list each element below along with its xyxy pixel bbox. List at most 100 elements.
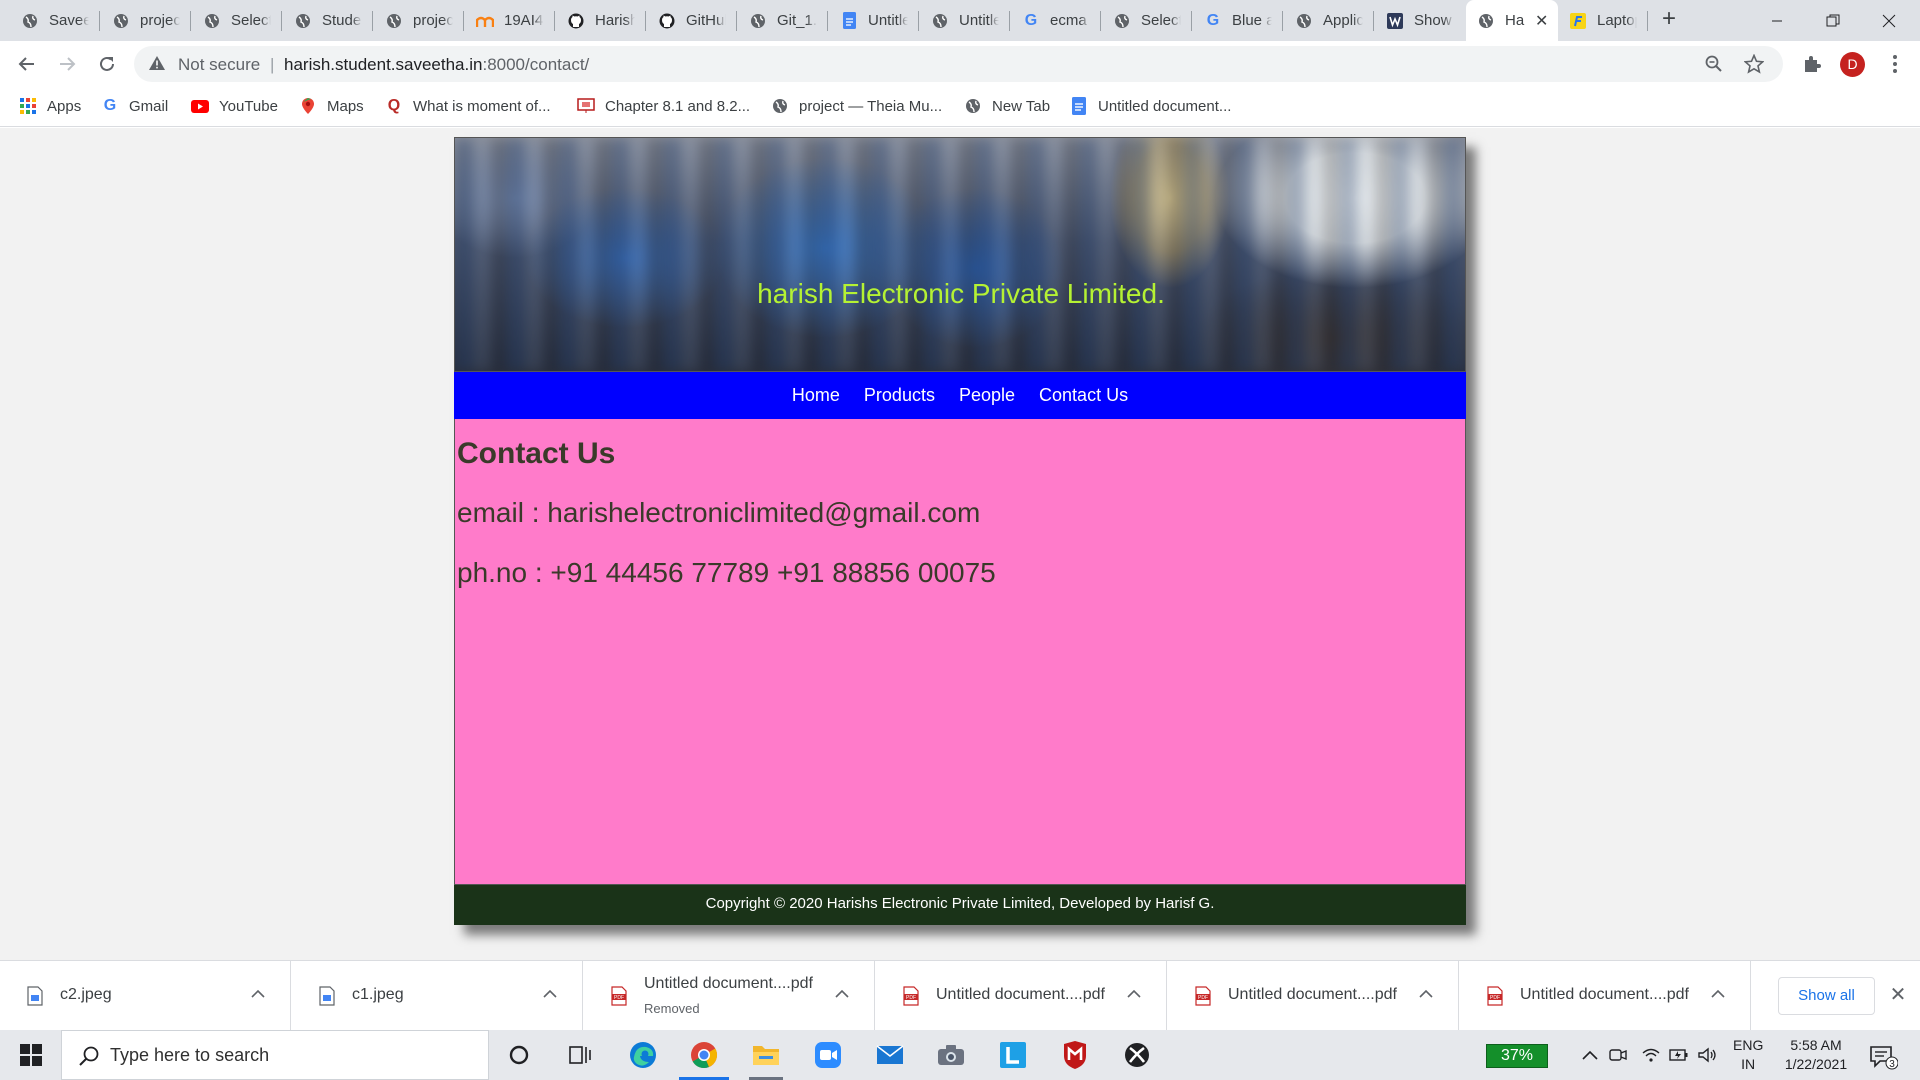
browser-tab[interactable]: Untitled — [920, 0, 1011, 41]
chevron-up-icon[interactable] — [248, 983, 268, 1003]
chevron-up-icon[interactable] — [832, 983, 852, 1003]
wifi-icon[interactable] — [1641, 1045, 1661, 1065]
download-item[interactable]: c1.jpeg — [292, 961, 583, 1031]
volume-icon[interactable] — [1698, 1045, 1718, 1065]
forward-button[interactable] — [51, 48, 83, 80]
tab-title: ecma — [1050, 12, 1087, 29]
chevron-up-icon[interactable] — [1124, 983, 1144, 1003]
chevron-up-icon[interactable] — [1416, 983, 1436, 1003]
camera-icon[interactable] — [922, 1030, 980, 1080]
browser-tab[interactable]: Select — [192, 0, 283, 41]
browser-tab[interactable]: Student — [283, 0, 374, 41]
browser-tab[interactable]: project — [101, 0, 192, 41]
nav-home-link[interactable]: Home — [780, 385, 852, 406]
language-indicator[interactable]: ENG IN — [1733, 1036, 1763, 1074]
browser-tab[interactable]: GitHub — [647, 0, 738, 41]
clock-time: 5:58 AM — [1790, 1037, 1842, 1053]
browser-tab[interactable]: project — [374, 0, 465, 41]
extensions-button[interactable] — [1796, 48, 1828, 80]
pdf-file-icon: PDF — [903, 986, 919, 1006]
battery-charging-icon[interactable] — [1669, 1045, 1689, 1065]
download-status: Removed — [644, 1001, 700, 1016]
chevron-up-icon[interactable] — [1708, 983, 1728, 1003]
browser-tab[interactable]: Laptop — [1558, 0, 1649, 41]
google-icon: G — [1206, 11, 1220, 29]
download-item[interactable]: PDF Untitled document....pdf Removed — [584, 961, 875, 1031]
browser-tab[interactable]: 19AI4 — [465, 0, 556, 41]
chevron-up-icon[interactable] — [1580, 1045, 1600, 1065]
download-filename: c1.jpeg — [352, 986, 404, 1003]
bookmark-quora[interactable]: Q What is moment of... — [385, 94, 551, 118]
edge-icon[interactable] — [614, 1030, 672, 1080]
nav-people-link[interactable]: People — [947, 385, 1027, 406]
download-item[interactable]: PDF Untitled document....pdf — [876, 961, 1167, 1031]
image-file-icon — [319, 986, 335, 1006]
browser-tab[interactable]: Git_1. — [738, 0, 829, 41]
globe-icon — [749, 12, 767, 30]
back-button[interactable] — [11, 48, 43, 80]
profile-avatar[interactable]: D — [1840, 52, 1865, 77]
bookmark-star-icon[interactable] — [1744, 54, 1764, 74]
not-secure-label[interactable]: Not secure — [178, 55, 260, 75]
start-button[interactable] — [10, 1040, 52, 1070]
new-tab-button[interactable]: + — [1655, 6, 1683, 34]
address-bar[interactable]: Not secure | harish.student.saveetha.in:… — [134, 46, 1783, 82]
close-window-button[interactable] — [1866, 0, 1912, 41]
bookmark-maps[interactable]: Maps — [299, 94, 364, 118]
bookmark-theia[interactable]: project — Theia Mu... — [771, 94, 942, 118]
file-explorer-icon[interactable] — [737, 1030, 795, 1080]
moodle-icon — [476, 12, 494, 30]
bookmark-youtube[interactable]: YouTube — [191, 94, 278, 118]
notification-center-icon[interactable]: 3 — [1868, 1041, 1899, 1071]
meet-now-icon[interactable] — [1608, 1045, 1628, 1065]
close-downloads-icon[interactable]: ✕ — [1886, 983, 1910, 1007]
browser-tab[interactable]: Gecma — [1011, 0, 1102, 41]
zoom-icon[interactable] — [799, 1030, 857, 1080]
nav-products-link[interactable]: Products — [852, 385, 947, 406]
more-menu-icon[interactable] — [1885, 50, 1905, 78]
bookmark-new-tab[interactable]: New Tab — [964, 94, 1050, 118]
google-icon: G — [103, 97, 117, 114]
close-tab-icon[interactable]: ✕ — [1535, 11, 1548, 31]
browser-tab[interactable]: Untitled — [829, 0, 920, 41]
bookmark-gmail[interactable]: G Gmail — [101, 94, 168, 118]
browser-tab[interactable]: Saveetha — [10, 0, 101, 41]
download-item[interactable]: PDF Untitled document....pdf — [1460, 961, 1751, 1031]
minimize-button[interactable] — [1754, 0, 1800, 41]
system-clock[interactable]: 5:58 AM 1/22/2021 — [1776, 1036, 1856, 1074]
url-text[interactable]: harish.student.saveetha.in:8000/contact/ — [284, 55, 589, 75]
chrome-icon[interactable] — [675, 1030, 733, 1080]
cortana-icon[interactable] — [490, 1030, 548, 1080]
globe-icon — [1113, 12, 1131, 30]
svg-text:PDF: PDF — [1490, 995, 1500, 1001]
task-view-icon[interactable] — [551, 1030, 609, 1080]
xbox-icon[interactable] — [1108, 1030, 1166, 1080]
mcafee-icon[interactable] — [1046, 1030, 1104, 1080]
browser-tab[interactable]: Harish — [556, 0, 647, 41]
battery-indicator[interactable]: 37% — [1486, 1044, 1548, 1068]
browser-tab[interactable]: Select — [1102, 0, 1193, 41]
bookmark-untitled-doc[interactable]: Untitled document... — [1070, 94, 1231, 118]
browser-tab[interactable]: Applic — [1284, 0, 1375, 41]
browser-tab[interactable]: G Blue a — [1193, 0, 1284, 41]
globe-icon — [771, 97, 789, 115]
tab-title: 19AI4 — [504, 12, 544, 29]
show-all-downloads-button[interactable]: Show all — [1778, 977, 1875, 1015]
browser-tab[interactable]: Show — [1375, 0, 1466, 41]
reload-button[interactable] — [91, 48, 123, 80]
l-app-icon[interactable] — [984, 1030, 1042, 1080]
tab-title: Laptop — [1597, 12, 1637, 29]
zoom-icon[interactable] — [1704, 54, 1724, 74]
bookmark-chapter[interactable]: Chapter 8.1 and 8.2... — [577, 94, 750, 118]
download-filename: Untitled document....pdf — [936, 986, 1105, 1003]
download-item[interactable]: PDF Untitled document....pdf — [1168, 961, 1459, 1031]
chevron-up-icon[interactable] — [540, 983, 560, 1003]
restore-button[interactable] — [1810, 0, 1856, 41]
bookmark-apps[interactable]: Apps — [19, 94, 81, 118]
browser-tab[interactable]: Ha ✕ — [1466, 0, 1558, 41]
mail-icon[interactable] — [861, 1030, 919, 1080]
download-item[interactable]: c2.jpeg — [0, 961, 291, 1031]
nav-contact-link[interactable]: Contact Us — [1027, 385, 1140, 406]
taskbar-search[interactable]: Type here to search — [61, 1030, 489, 1080]
bookmark-label: Untitled document... — [1098, 97, 1232, 115]
